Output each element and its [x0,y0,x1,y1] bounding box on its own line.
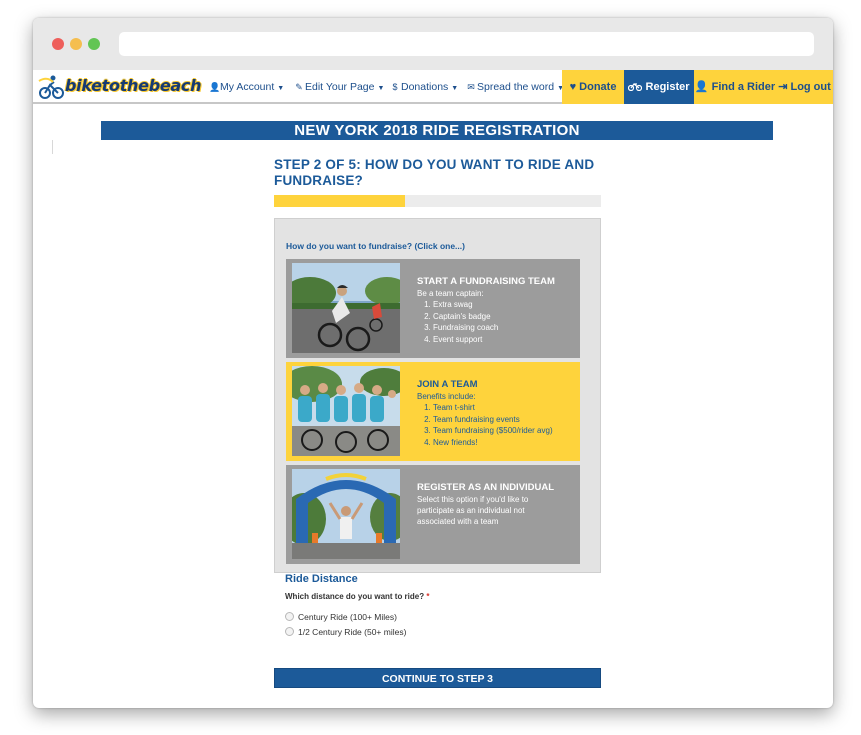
ride-distance-question-text: Which distance do you want to ride? [285,592,425,601]
continue-button[interactable]: CONTINUE TO STEP 3 [274,668,601,688]
option-start-fundraising-team[interactable]: START A FUNDRAISING TEAM Be a team capta… [286,259,580,358]
caret-down-icon: ▼ [377,85,385,92]
radio-button[interactable] [285,612,294,621]
team-riders-photo [292,366,400,456]
option-title: JOIN A TEAM [417,379,478,390]
nav-donations[interactable]: $ Donations ▼ [390,70,458,104]
option-subtitle: Benefits include: [417,392,476,401]
progress-fill [274,195,405,207]
find-a-rider-button[interactable]: 👤 Find a Rider [694,70,776,104]
progress-bar [274,195,601,207]
dollar-icon: $ [392,82,398,92]
list-item: Fundraising coach [433,322,577,334]
browser-window: biketothebeach 👤My Account ▼ ✎ Edit Your P… [33,18,833,708]
nav-donations-label: Donations [401,81,449,93]
caret-down-icon: ▼ [451,85,459,92]
donate-button[interactable]: ♥ Donate [562,70,624,104]
heart-icon: ♥ [569,81,577,93]
site-navbar: biketothebeach 👤My Account ▼ ✎ Edit Your P… [33,70,833,104]
logout-button[interactable]: ⇥ Log out [776,70,833,104]
close-window-button[interactable] [52,38,64,50]
list-item: New friends! [433,437,577,449]
user-icon: 👤 [694,81,709,93]
option-subtitle: Be a team captain: [417,289,484,298]
radio-label: Century Ride (100+ Miles) [298,612,397,622]
donate-label: Donate [579,81,617,93]
nav-spread-the-word[interactable]: ✉ Spread the word ▼ [466,70,564,104]
option-benefits-list: Extra swag Captain's badge Fundraising c… [433,299,577,345]
page-banner: NEW YORK 2018 RIDE REGISTRATION [101,121,773,140]
envelope-icon: ✉ [467,82,475,92]
radio-button[interactable] [285,627,294,636]
bicycle-icon [628,81,645,93]
option-subtitle: Select this option if you'd like to part… [417,495,529,526]
option-benefits-list: Team t-shirt Team fundraising events Tea… [433,402,577,448]
step-title: STEP 2 OF 5: HOW DO YOU WANT TO RIDE AND… [274,157,595,188]
logout-label: Log out [790,81,831,93]
fundraise-panel: How do you want to fundraise? (Click one… [274,218,601,573]
option-join-a-team[interactable]: JOIN A TEAM Benefits include: Team t-shi… [286,362,580,461]
list-item: Captain's badge [433,311,577,323]
option-title: REGISTER AS AN INDIVIDUAL [417,482,555,493]
required-marker: * [426,592,430,601]
nav-edit-your-page-label: Edit Your Page [305,81,375,93]
option-title: START A FUNDRAISING TEAM [417,276,555,287]
edit-icon: ✎ [295,82,303,92]
minimize-window-button[interactable] [70,38,82,50]
register-label: Register [645,81,690,93]
nav-my-account[interactable]: 👤My Account ▼ [209,70,284,104]
team-captain-photo [292,263,400,353]
browser-chrome [33,18,833,70]
fundraise-prompt: How do you want to fundraise? (Click one… [286,241,465,251]
ride-distance-heading: Ride Distance [285,573,358,585]
address-bar[interactable] [119,32,814,56]
nav-edit-your-page[interactable]: ✎ Edit Your Page ▼ [294,70,384,104]
nav-my-account-label: My Account [220,81,275,93]
maximize-window-button[interactable] [88,38,100,50]
brand-name: biketothebeach [65,76,202,95]
option-text: REGISTER AS AN INDIVIDUAL Select this op… [417,482,577,527]
find-a-rider-label: Find a Rider [711,81,776,93]
radio-half-century-ride[interactable]: 1/2 Century Ride (50+ miles) [285,627,406,639]
option-register-individual[interactable]: REGISTER AS AN INDIVIDUAL Select this op… [286,465,580,564]
radio-century-ride[interactable]: Century Ride (100+ Miles) [285,612,397,624]
divider [52,140,53,154]
sign-out-icon: ⇥ [778,81,788,93]
nav-spread-the-word-label: Spread the word [477,81,555,93]
list-item: Team fundraising events [433,414,577,426]
list-item: Team t-shirt [433,402,577,414]
caret-down-icon: ▼ [277,85,285,92]
list-item: Team fundraising ($500/rider avg) [433,425,577,437]
list-item: Event support [433,334,577,346]
site-logo[interactable]: biketothebeach [37,72,201,102]
cyclist-logo-icon [38,75,64,99]
register-button[interactable]: Register [624,70,694,104]
user-icon: 👤 [209,82,221,92]
list-item: Extra swag [433,299,577,311]
ride-distance-question: Which distance do you want to ride? * [285,592,429,601]
option-text: START A FUNDRAISING TEAM Be a team capta… [417,276,577,345]
option-text: JOIN A TEAM Benefits include: Team t-shi… [417,379,577,448]
radio-label: 1/2 Century Ride (50+ miles) [298,627,407,637]
finish-arch-photo [292,469,400,559]
